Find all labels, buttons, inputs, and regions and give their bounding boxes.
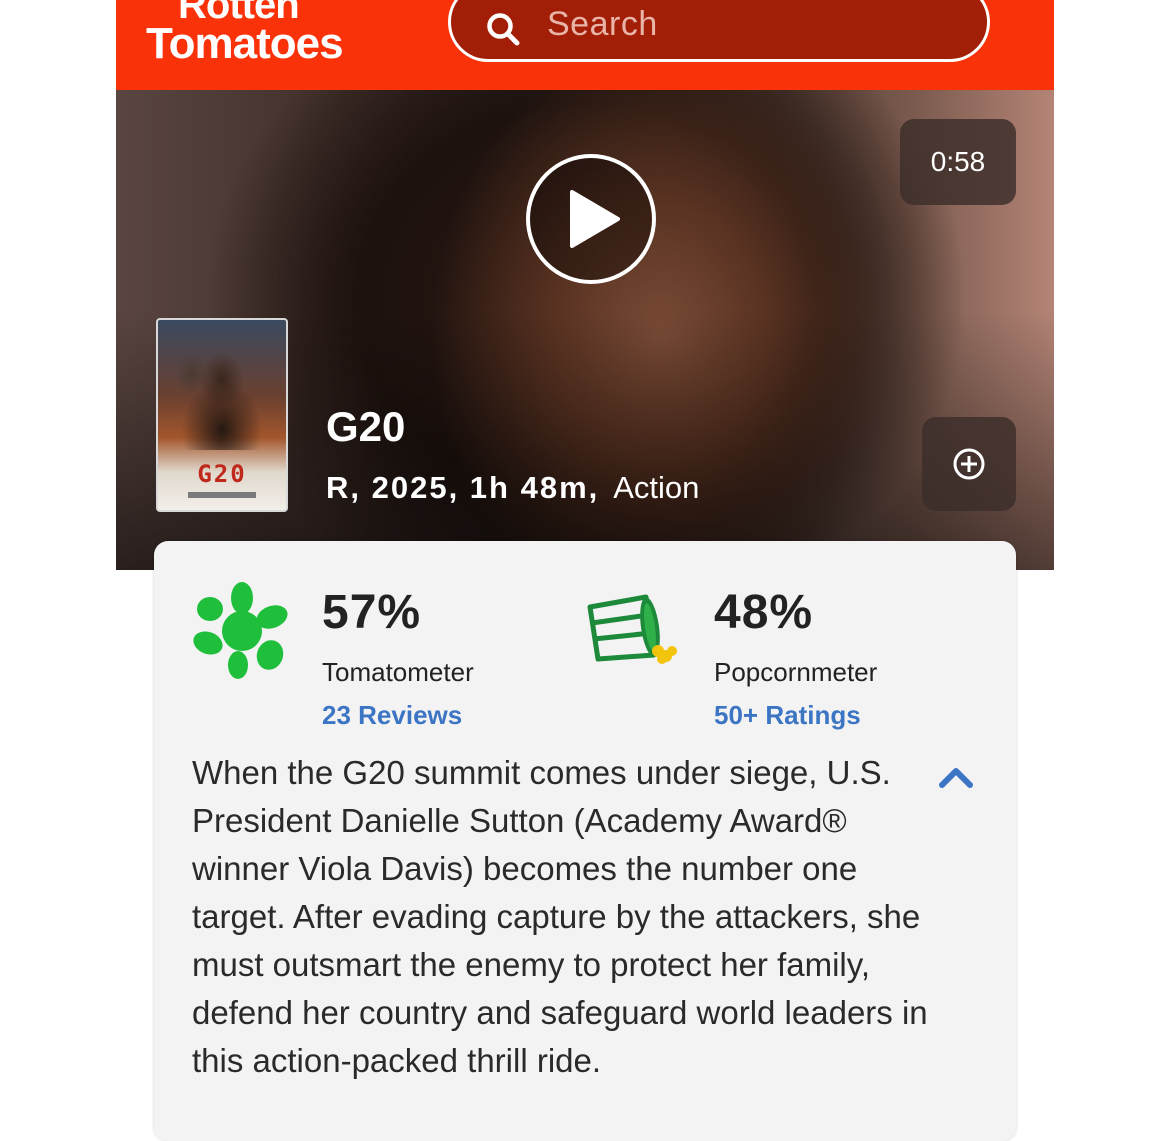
- chevron-up-icon[interactable]: [938, 765, 974, 789]
- top-nav: Rotten Tomatoes Search: [116, 0, 1054, 90]
- popcornmeter-score: 48%: [714, 586, 814, 639]
- logo-line2: Tomatoes: [146, 19, 343, 68]
- video-duration: 0:58: [900, 119, 1016, 205]
- popcornmeter-ratings-link[interactable]: 50+ Ratings: [714, 700, 861, 731]
- app-frame: Rotten Tomatoes Search 0:58 G20 G20 R, 2…: [116, 0, 1054, 1141]
- poster-art: [170, 350, 274, 450]
- add-circle-icon: [953, 448, 985, 480]
- synopsis-text: When the G20 summit comes under siege, U…: [192, 754, 928, 1079]
- search-placeholder: Search: [547, 5, 658, 43]
- poster-credits: [188, 492, 256, 498]
- rotten-tomatoes-logo[interactable]: Rotten Tomatoes: [144, 0, 414, 72]
- play-button[interactable]: [526, 154, 656, 284]
- add-to-watchlist-button[interactable]: [922, 417, 1016, 511]
- play-icon: [570, 190, 620, 248]
- tomatometer-label: Tomatometer: [322, 657, 474, 687]
- search-bar[interactable]: Search: [448, 0, 990, 62]
- movie-meta: R, 2025, 1h 48m, Action: [326, 470, 699, 506]
- rotten-splat-icon: [193, 582, 288, 679]
- movie-title: G20: [326, 403, 406, 450]
- poster-title: G20: [197, 460, 247, 488]
- tipped-bucket-icon: [587, 594, 677, 664]
- popcornmeter-label: Popcornmeter: [714, 657, 878, 687]
- tomatometer-reviews-link[interactable]: 23 Reviews: [322, 700, 462, 731]
- movie-poster[interactable]: G20: [156, 318, 288, 512]
- score-card: 57% Tomatometer 23 Reviews 48% Popcornme…: [154, 541, 1016, 1141]
- trailer-hero[interactable]: 0:58 G20 G20 R, 2025, 1h 48m, Action: [116, 90, 1054, 570]
- movie-rating-year-runtime: R, 2025, 1h 48m,: [326, 470, 600, 505]
- movie-genre: Action: [613, 470, 700, 505]
- search-icon: [487, 13, 520, 46]
- tomatometer-score: 57%: [322, 586, 422, 639]
